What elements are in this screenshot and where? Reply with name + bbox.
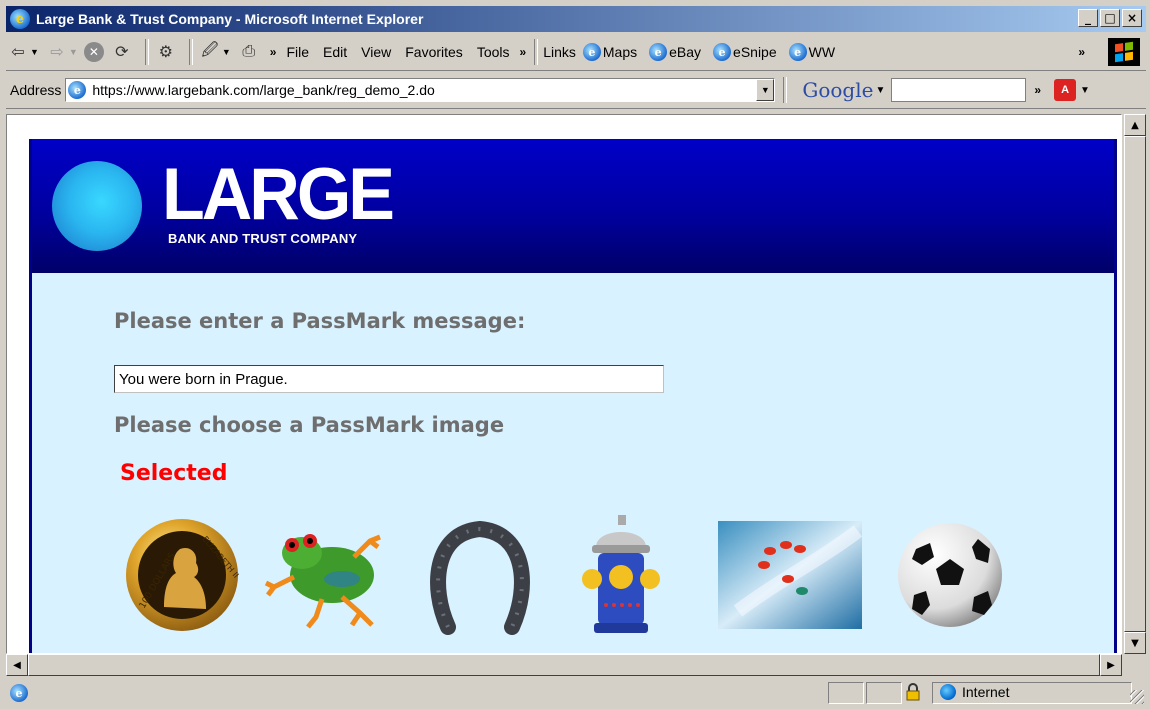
- links-label[interactable]: Links: [543, 44, 583, 60]
- address-dropdown-button[interactable]: ▼: [756, 79, 775, 101]
- forward-arrow-icon: ⇨: [50, 44, 64, 61]
- selected-label: Selected: [120, 461, 228, 486]
- links-chevron-icon[interactable]: »: [1078, 45, 1085, 59]
- link-ww[interactable]: e WW: [788, 43, 836, 61]
- maximize-button[interactable]: □: [1100, 9, 1120, 27]
- print-button[interactable]: ⎙: [237, 40, 261, 64]
- menu-file[interactable]: File: [279, 44, 316, 60]
- status-text-cell: [6, 682, 826, 704]
- link-maps[interactable]: e Maps: [582, 43, 638, 61]
- ie-page-icon: e: [788, 43, 807, 61]
- horizontal-scrollbar[interactable]: ◀ ▶: [6, 654, 1122, 676]
- link-ebay-label: eBay: [669, 44, 702, 60]
- logo-circle-icon: [52, 161, 142, 251]
- link-ebay[interactable]: e eBay: [649, 43, 701, 61]
- toolbar-chevron-icon[interactable]: »: [270, 45, 277, 59]
- home-button[interactable]: ⚙: [154, 40, 178, 64]
- window-title-bar[interactable]: e Large Bank & Trust Company - Microsoft…: [6, 6, 1146, 32]
- refresh-button[interactable]: ⟳: [110, 40, 134, 64]
- menu-view[interactable]: View: [354, 44, 398, 60]
- status-cell: [828, 682, 864, 704]
- ie-page-icon: e: [582, 43, 601, 61]
- horseshoe-image[interactable]: [426, 517, 534, 635]
- toolbar-separator: [144, 39, 149, 65]
- passmark-message-label: Please enter a PassMark message:: [114, 309, 526, 333]
- scroll-right-button[interactable]: ▶: [1100, 654, 1122, 676]
- flower-closeup-image[interactable]: [718, 521, 862, 629]
- stop-icon: ✕: [83, 42, 104, 62]
- gold-coin-image[interactable]: 100 DOLLARS ELIZABETH II: [124, 517, 244, 635]
- menu-chevron-icon[interactable]: »: [520, 45, 527, 59]
- link-ww-label: WW: [808, 44, 836, 60]
- edit-page-button[interactable]: 🖉 ▼: [198, 40, 230, 64]
- google-search-input[interactable]: [891, 78, 1027, 102]
- logo-subtitle: BANK AND TRUST COMPANY: [168, 231, 358, 246]
- google-label: Google: [802, 78, 874, 102]
- printer-icon: ⎙: [242, 43, 256, 60]
- ie-page-icon: e: [713, 43, 732, 61]
- link-esnipe[interactable]: e eSnipe: [713, 43, 777, 61]
- pdf-icon[interactable]: A: [1054, 79, 1077, 101]
- logo-title: LARGE: [162, 153, 395, 235]
- back-button[interactable]: ⇦ ▼: [6, 40, 39, 64]
- link-maps-label: Maps: [602, 44, 638, 60]
- toolbar-separator: [188, 39, 193, 65]
- menu-favorites[interactable]: Favorites: [398, 44, 470, 60]
- soccer-ball-image[interactable]: [894, 519, 1006, 631]
- toolbar-separator: [783, 77, 788, 103]
- scroll-left-button[interactable]: ◀: [6, 654, 28, 676]
- ie-logo-icon: e: [10, 9, 30, 29]
- passmark-image-label: Please choose a PassMark image: [114, 413, 505, 437]
- lock-icon[interactable]: [904, 683, 922, 701]
- vertical-scroll-thumb[interactable]: [1124, 136, 1146, 632]
- windows-flag-icon: [1108, 38, 1140, 66]
- address-field[interactable]: e https://www.largebank.com/large_bank/r…: [65, 78, 776, 102]
- link-esnipe-label: eSnipe: [733, 44, 777, 60]
- menu-tools[interactable]: Tools: [470, 44, 517, 60]
- page-viewport: LARGE BANK AND TRUST COMPANY Please ente…: [6, 114, 1122, 654]
- back-arrow-icon: ⇦: [11, 44, 25, 61]
- address-url: https://www.largebank.com/large_bank/reg…: [92, 82, 435, 98]
- forward-button[interactable]: ⇨ ▼: [45, 40, 78, 64]
- security-zone: Internet: [962, 684, 1010, 700]
- scroll-down-button[interactable]: ▼: [1124, 632, 1146, 654]
- google-chevron-icon[interactable]: »: [1034, 83, 1041, 97]
- stop-button[interactable]: ✕: [83, 42, 104, 62]
- passmark-message-input[interactable]: [114, 365, 664, 393]
- bank-header: LARGE BANK AND TRUST COMPANY: [32, 139, 1114, 273]
- window-title: Large Bank & Trust Company - Microsoft I…: [36, 11, 424, 27]
- minimize-button[interactable]: _: [1078, 9, 1098, 27]
- close-button[interactable]: ×: [1122, 9, 1142, 27]
- refresh-icon: ⟳: [115, 44, 129, 61]
- status-bar: e Internet: [6, 680, 1146, 706]
- bank-page: LARGE BANK AND TRUST COMPANY Please ente…: [29, 139, 1117, 653]
- google-toolbar-logo[interactable]: Google: [802, 78, 873, 102]
- toolbar: ⇦ ▼ ⇨ ▼ ✕ ⟳ ⚙ 🖉 ▼ ⎙ » File Edit View Favori…: [6, 34, 1146, 71]
- horizontal-scroll-thumb[interactable]: [28, 654, 1100, 676]
- globe-icon: [940, 684, 956, 700]
- vertical-scrollbar[interactable]: ▲ ▼: [1124, 114, 1146, 654]
- ie-page-icon: e: [68, 81, 87, 99]
- edit-page-icon: 🖉: [201, 41, 219, 59]
- ie-page-icon: e: [649, 43, 668, 61]
- address-bar: Address e https://www.largebank.com/larg…: [6, 72, 1146, 109]
- scroll-up-button[interactable]: ▲: [1124, 114, 1146, 136]
- home-icon: ⚙: [158, 44, 174, 61]
- fire-hydrant-image[interactable]: [578, 513, 664, 637]
- address-label: Address: [10, 82, 62, 98]
- status-cell: [866, 682, 902, 704]
- toolbar-separator: [534, 39, 539, 65]
- menu-edit[interactable]: Edit: [316, 44, 354, 60]
- tree-frog-image[interactable]: [262, 517, 394, 635]
- resize-grip[interactable]: [1130, 690, 1144, 704]
